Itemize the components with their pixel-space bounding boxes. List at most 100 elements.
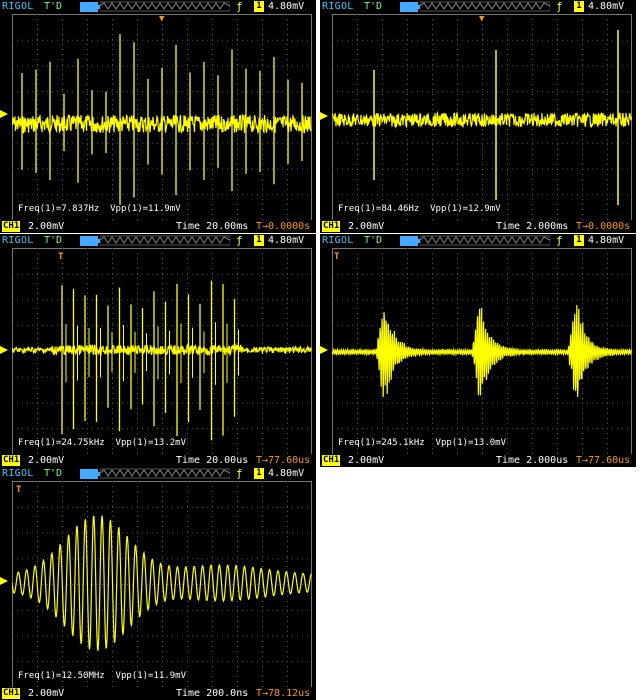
- scope-screen-5: RIGOL T'D ƒ 1 4.80mV T Freq(1)=12.50MHz …: [0, 467, 316, 700]
- trigger-position-marker: ▼: [159, 14, 165, 24]
- waveform-trace: [12, 248, 312, 454]
- time-per-div: Time 20.00ms: [176, 221, 249, 232]
- trigger-channel-badge: 1: [254, 235, 264, 246]
- trigger-channel-badge: 1: [574, 1, 584, 12]
- volts-per-div: 2.00mV: [28, 221, 65, 232]
- rising-edge-icon: ƒ: [236, 234, 243, 247]
- time-per-div: Time 2.000us: [496, 455, 569, 466]
- volts-per-div: 2.00mV: [28, 688, 65, 699]
- scope-top-bar: RIGOL T'D ƒ 1 4.80mV: [320, 0, 636, 13]
- timebase-zigzag-icon: [100, 235, 230, 246]
- scope-top-bar: RIGOL T'D ƒ 1 4.80mV: [0, 234, 316, 247]
- frequency-readout: Freq(1)=84.46Hz: [338, 204, 420, 214]
- trigger-position-marker: T: [334, 252, 340, 262]
- ground-level-marker: [320, 346, 328, 354]
- rising-edge-icon: ƒ: [556, 234, 563, 247]
- rising-edge-icon: ƒ: [236, 0, 243, 13]
- memory-bar-icon: [400, 2, 420, 12]
- trigger-status: T'D: [364, 235, 383, 246]
- trigger-delay: T→0.0000s: [256, 221, 311, 232]
- measurement-readout: Freq(1)=7.837Hz Vpp(1)=11.9mV: [18, 204, 181, 214]
- vpp-readout: Vpp(1)=11.9mV: [115, 671, 186, 681]
- vpp-readout: Vpp(1)=11.9mV: [110, 204, 181, 214]
- frequency-readout: Freq(1)=24.75kHz: [18, 438, 105, 448]
- brand-label: RIGOL: [322, 235, 354, 246]
- waveform-trace: [12, 481, 312, 687]
- timebase-zigzag-icon: [420, 235, 550, 246]
- vpp-readout: Vpp(1)=13.0mV: [435, 438, 506, 448]
- trigger-status: T'D: [44, 235, 63, 246]
- rising-edge-icon: ƒ: [556, 0, 563, 13]
- memory-bar-icon: [400, 236, 420, 246]
- trigger-delay: T→77.60us: [576, 455, 631, 466]
- volts-per-div: 2.00mV: [348, 455, 385, 466]
- time-per-div: Time 200.0ns: [176, 688, 249, 699]
- trigger-level: 4.80mV: [268, 235, 305, 246]
- trigger-level: 4.80mV: [588, 235, 625, 246]
- frequency-readout: Freq(1)=245.1kHz: [338, 438, 425, 448]
- volts-per-div: 2.00mV: [348, 221, 385, 232]
- volts-per-div: 2.00mV: [28, 455, 65, 466]
- time-per-div: Time 20.00us: [176, 455, 249, 466]
- memory-bar-icon: [80, 469, 100, 479]
- measurement-readout: Freq(1)=12.50MHz Vpp(1)=11.9mV: [18, 671, 186, 681]
- scope-screen-1: RIGOL T'D ƒ 1 4.80mV ▼ Freq(1)=7.837Hz V…: [0, 0, 316, 233]
- scope-bottom-bar: CH1 2.00mV Time 2.000ms T→0.0000s: [320, 220, 636, 233]
- scope-bottom-bar: CH1 2.00mV Time 2.000us T→77.60us: [320, 454, 636, 467]
- ground-level-marker: [0, 577, 8, 585]
- trigger-position-marker: T: [58, 252, 64, 262]
- timebase-zigzag-icon: [420, 1, 550, 12]
- scope-bottom-bar: CH1 2.00mV Time 20.00ms T→0.0000s: [0, 220, 316, 233]
- scope-bottom-bar: CH1 2.00mV Time 200.0ns T→78.12us: [0, 687, 316, 700]
- trigger-delay: T→0.0000s: [576, 221, 631, 232]
- channel-label: CH1: [322, 221, 341, 232]
- ground-level-marker: [0, 110, 8, 118]
- timebase-zigzag-icon: [100, 468, 230, 479]
- trigger-status: T'D: [44, 1, 63, 12]
- timebase-zigzag-icon: [100, 1, 230, 12]
- trigger-channel-badge: 1: [254, 1, 264, 12]
- scope-screen-4: RIGOL T'D ƒ 1 4.80mV T Freq(1)=245.1kHz …: [320, 234, 636, 467]
- measurement-readout: Freq(1)=84.46Hz Vpp(1)=12.9mV: [338, 204, 501, 214]
- scope-bottom-bar: CH1 2.00mV Time 20.00us T→77.60us: [0, 454, 316, 467]
- trigger-status: T'D: [364, 1, 383, 12]
- scope-top-bar: RIGOL T'D ƒ 1 4.80mV: [0, 467, 316, 480]
- trigger-level: 4.80mV: [268, 468, 305, 479]
- rising-edge-icon: ƒ: [236, 467, 243, 480]
- scope-top-bar: RIGOL T'D ƒ 1 4.80mV: [320, 234, 636, 247]
- brand-label: RIGOL: [2, 468, 34, 479]
- brand-label: RIGOL: [2, 235, 34, 246]
- trigger-status: T'D: [44, 468, 63, 479]
- trigger-level: 4.80mV: [268, 1, 305, 12]
- scope-screen-3: RIGOL T'D ƒ 1 4.80mV T Freq(1)=24.75kHz …: [0, 234, 316, 467]
- waveform-trace: [332, 14, 632, 220]
- frequency-readout: Freq(1)=7.837Hz: [18, 204, 100, 214]
- channel-label: CH1: [2, 221, 21, 232]
- channel-label: CH1: [2, 688, 21, 699]
- trigger-delay: T→77.60us: [256, 455, 311, 466]
- time-per-div: Time 2.000ms: [496, 221, 569, 232]
- brand-label: RIGOL: [2, 1, 34, 12]
- brand-label: RIGOL: [322, 1, 354, 12]
- measurement-readout: Freq(1)=245.1kHz Vpp(1)=13.0mV: [338, 438, 506, 448]
- vpp-readout: Vpp(1)=13.2mV: [115, 438, 186, 448]
- trigger-channel-badge: 1: [254, 468, 264, 479]
- memory-bar-icon: [80, 236, 100, 246]
- trigger-channel-badge: 1: [574, 235, 584, 246]
- ground-level-marker: [320, 112, 328, 120]
- trigger-delay: T→78.12us: [256, 688, 311, 699]
- waveform-trace: [12, 14, 312, 220]
- memory-bar-icon: [80, 2, 100, 12]
- scope-top-bar: RIGOL T'D ƒ 1 4.80mV: [0, 0, 316, 13]
- channel-label: CH1: [2, 455, 21, 466]
- trigger-position-marker: T: [16, 485, 22, 495]
- trigger-level: 4.80mV: [588, 1, 625, 12]
- frequency-readout: Freq(1)=12.50MHz: [18, 671, 105, 681]
- vpp-readout: Vpp(1)=12.9mV: [430, 204, 501, 214]
- ground-level-marker: [0, 346, 8, 354]
- measurement-readout: Freq(1)=24.75kHz Vpp(1)=13.2mV: [18, 438, 186, 448]
- channel-label: CH1: [322, 455, 341, 466]
- waveform-trace: [332, 248, 632, 454]
- scope-screen-2: RIGOL T'D ƒ 1 4.80mV ▼ Freq(1)=84.46Hz V…: [320, 0, 636, 233]
- trigger-position-marker: ▼: [479, 14, 485, 24]
